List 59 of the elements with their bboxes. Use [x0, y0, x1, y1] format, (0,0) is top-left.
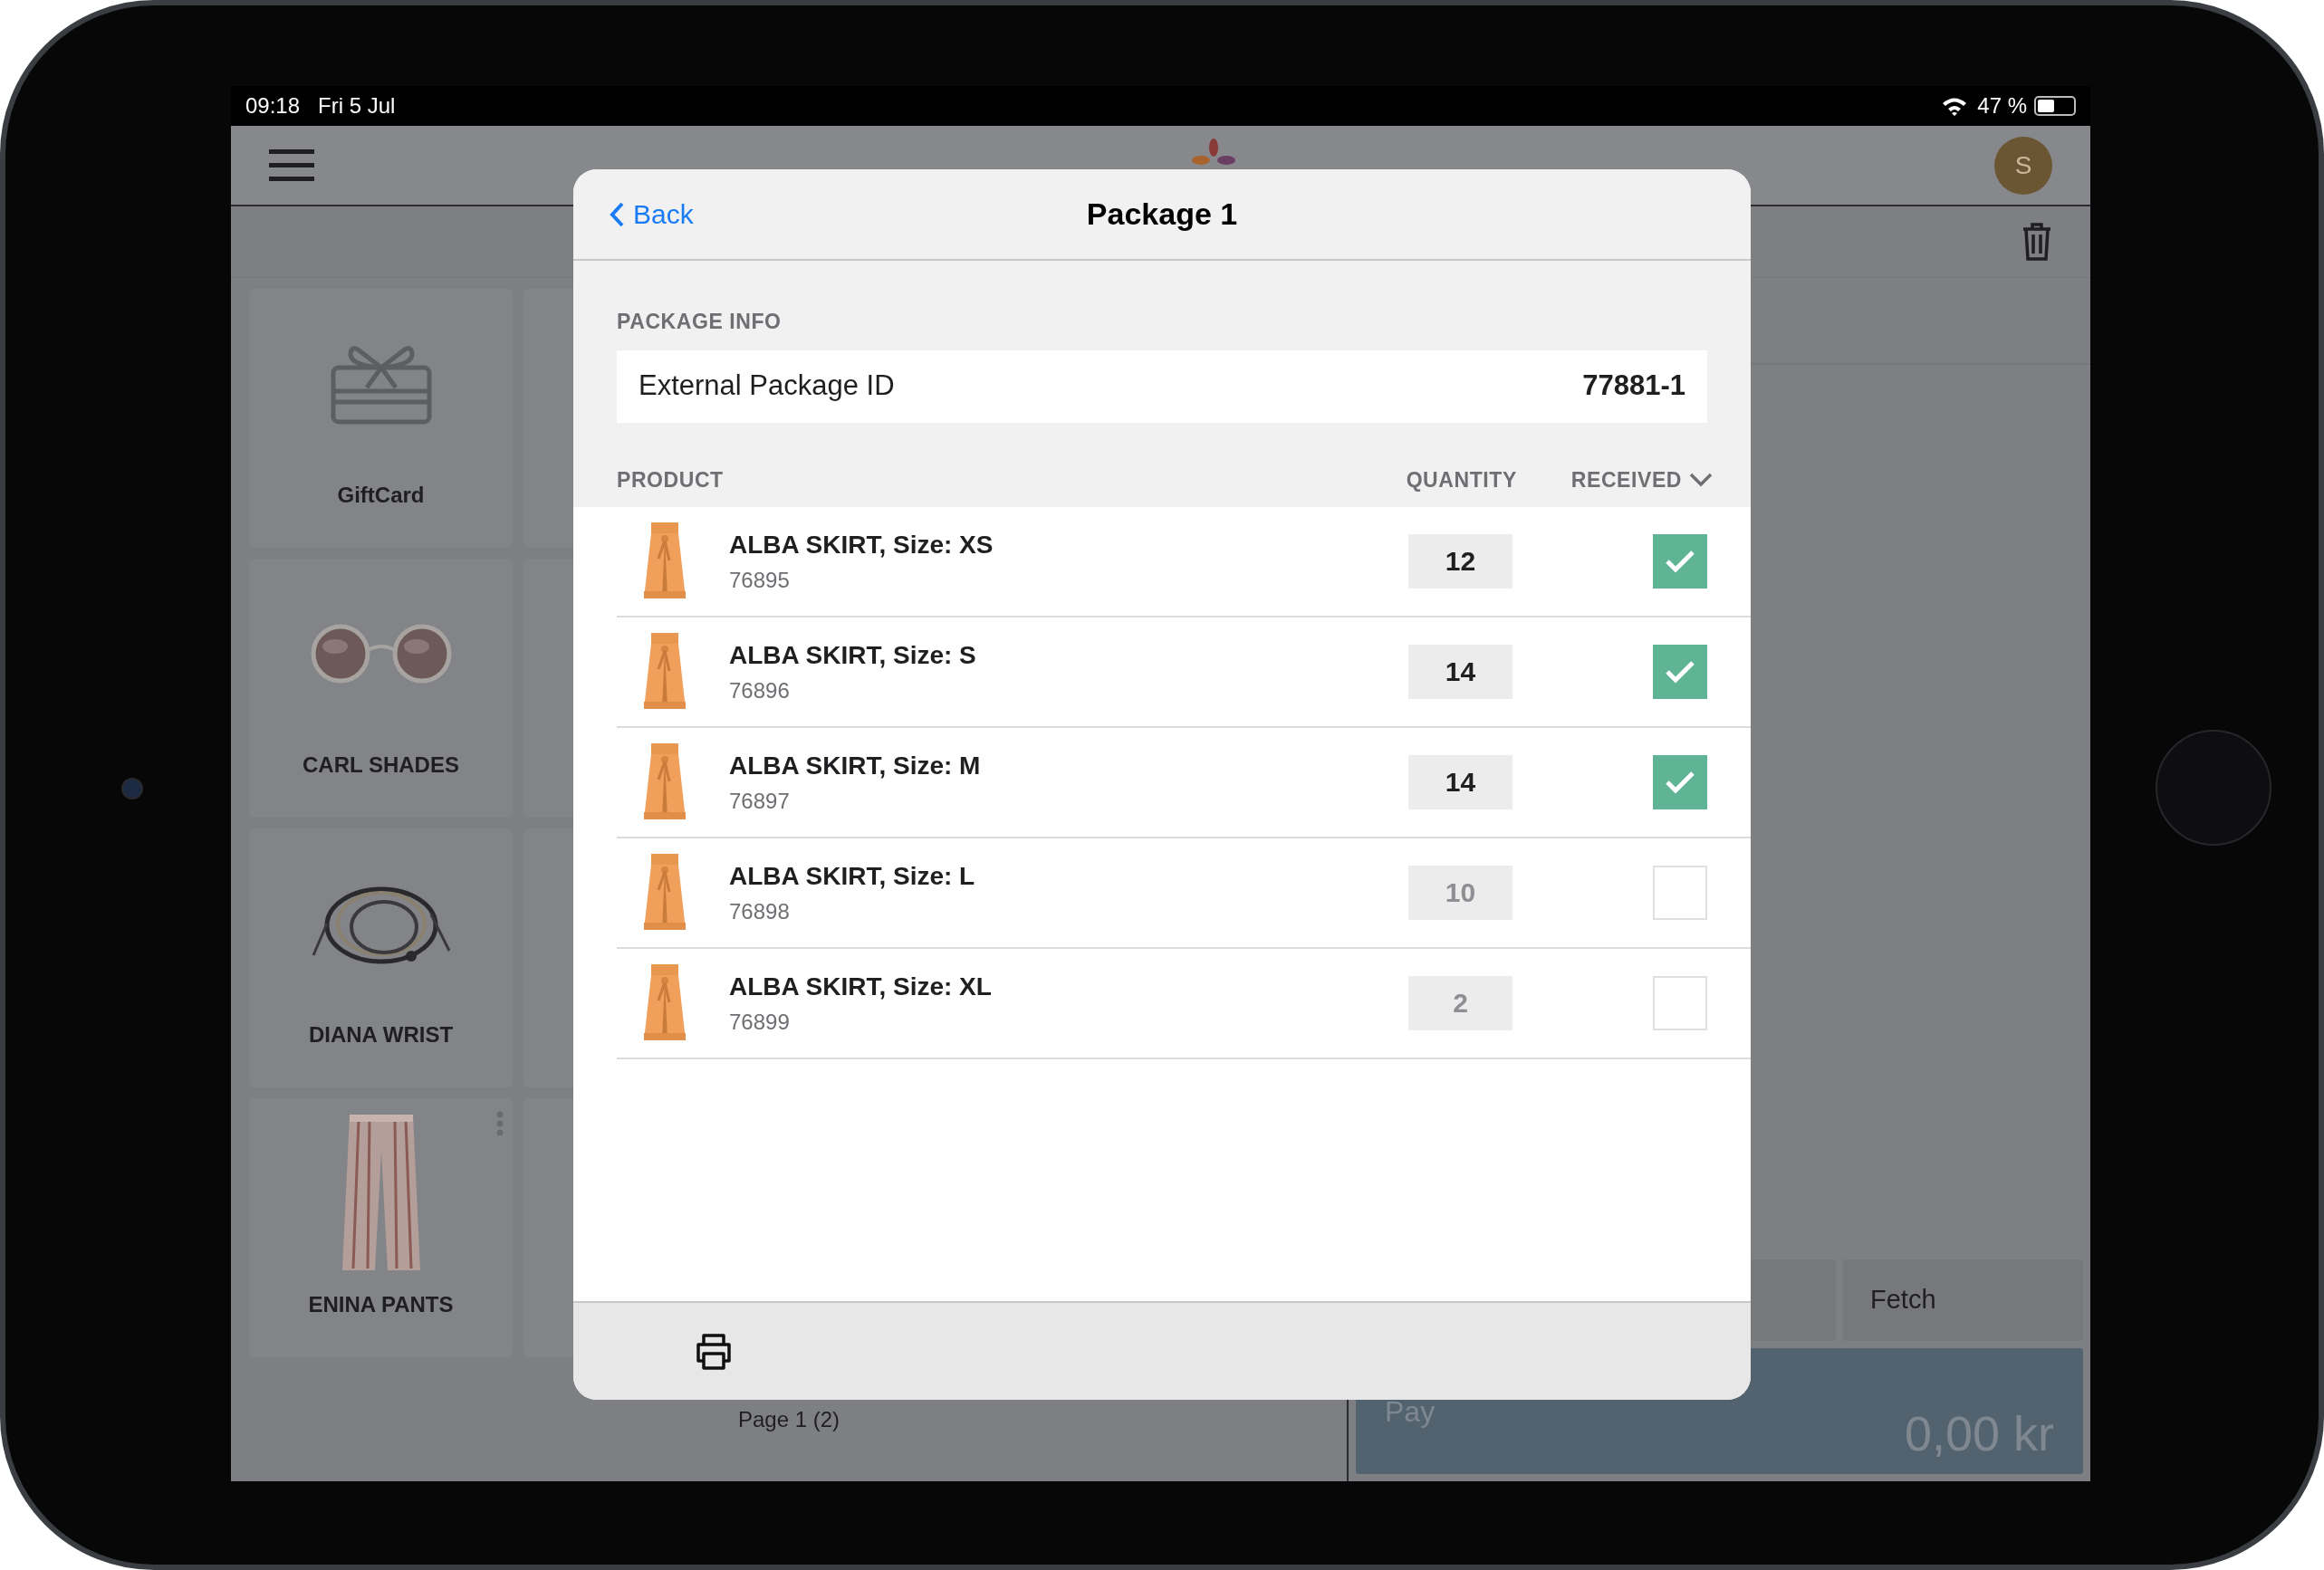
column-header: QUANTITY [1405, 467, 1517, 493]
checkmark-icon [1665, 659, 1695, 684]
checkmark-icon [1665, 549, 1695, 573]
product-name: ALBA SKIRT, Size: M [729, 750, 982, 781]
product-row[interactable]: ALBA SKIRT, Size: M 76897 14 [617, 727, 1751, 838]
section-heading: PACKAGE INFO [617, 309, 783, 335]
product-tile[interactable]: CARL SHADES [249, 559, 513, 818]
quantity-field: 10 [1408, 865, 1513, 920]
more-icon[interactable] [496, 1111, 504, 1136]
product-sku: 76896 [729, 676, 791, 704]
dialog-title: Package 1 [1086, 196, 1238, 233]
status-date: Fri 5 Jul [318, 92, 396, 120]
product-tile[interactable]: GiftCard [249, 289, 513, 548]
page-indicator: Page 1 (2) [737, 1405, 840, 1433]
print-icon[interactable] [695, 1333, 733, 1370]
battery-icon [2034, 96, 2076, 116]
column-header[interactable]: RECEIVED [1570, 464, 1713, 496]
quantity-field: 14 [1408, 644, 1513, 699]
received-checkbox[interactable] [1653, 754, 1707, 809]
product-row[interactable]: ALBA SKIRT, Size: XL 76899 2 [617, 948, 1751, 1059]
received-checkbox[interactable] [1653, 644, 1707, 699]
camera-icon [121, 778, 143, 799]
received-checkbox[interactable] [1653, 865, 1707, 920]
tile-label: GiftCard [337, 482, 425, 509]
trash-icon[interactable] [2021, 223, 2052, 261]
tile-label: CARL SHADES [303, 751, 459, 779]
avatar[interactable]: S [1994, 136, 2052, 195]
product-row[interactable]: ALBA SKIRT, Size: L 76898 10 [617, 838, 1751, 949]
menu-icon[interactable] [269, 148, 314, 182]
tile-label: DIANA WRIST [308, 1021, 454, 1048]
product-sku: 76895 [729, 566, 791, 594]
product-row[interactable]: ALBA SKIRT, Size: XS 76895 12 [617, 506, 1751, 617]
product-name: ALBA SKIRT, Size: XS [729, 529, 994, 560]
wifi-icon [1941, 96, 1969, 116]
product-sku: 76897 [729, 787, 791, 815]
quantity-field: 14 [1408, 754, 1513, 809]
product-sku: 76899 [729, 1008, 791, 1036]
quantity-field: 2 [1408, 975, 1513, 1030]
received-checkbox[interactable] [1653, 975, 1707, 1030]
product-name: ALBA SKIRT, Size: L [729, 860, 976, 892]
product-tile[interactable]: ENINA PANTS [249, 1098, 513, 1357]
chevron-down-icon [1689, 473, 1713, 488]
received-checkbox[interactable] [1653, 533, 1707, 589]
fetch-button[interactable]: Fetch [1843, 1259, 2083, 1341]
product-sku: 76898 [729, 897, 791, 925]
battery-percent: 47 % [1977, 92, 2027, 120]
checkmark-icon [1665, 770, 1695, 794]
column-header: PRODUCT [617, 467, 724, 493]
back-chevron-icon [610, 201, 624, 227]
quantity-field: 12 [1408, 533, 1513, 589]
status-time: 09:18 [245, 92, 301, 120]
product-name: ALBA SKIRT, Size: XL [729, 971, 993, 1002]
info-value: 77881-1 [1582, 369, 1685, 404]
product-name: ALBA SKIRT, Size: S [729, 639, 977, 671]
tile-label: ENINA PANTS [308, 1291, 454, 1318]
back-button[interactable]: Back [610, 194, 694, 235]
product-tile[interactable]: DIANA WRIST [249, 828, 513, 1087]
info-label: External Package ID [639, 369, 895, 404]
product-row[interactable]: ALBA SKIRT, Size: S 76896 14 [617, 617, 1751, 728]
